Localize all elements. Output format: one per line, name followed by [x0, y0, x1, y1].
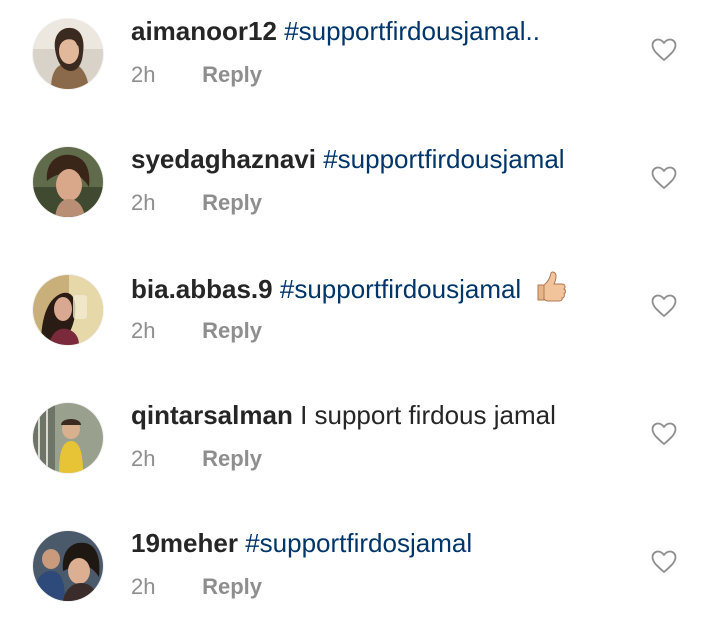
comment-meta: 2h Reply — [131, 572, 262, 602]
heart-outline-icon[interactable] — [651, 38, 677, 62]
hashtag-link[interactable]: #supportfirdousjamal.. — [284, 16, 540, 46]
comment-meta: 2h Reply — [131, 444, 262, 474]
heart-outline-icon[interactable] — [651, 166, 677, 190]
username-link[interactable]: syedaghaznavi — [131, 144, 316, 174]
comment-line: syedaghaznavi #supportfirdousjamal — [131, 142, 565, 176]
username-link[interactable]: qintarsalman — [131, 400, 293, 430]
comment-line: qintarsalman I support firdous jamal — [131, 398, 556, 432]
avatar[interactable] — [33, 403, 103, 473]
thumbs-up-emoji-icon — [537, 271, 567, 302]
heart-outline-icon[interactable] — [651, 294, 677, 318]
avatar-image — [33, 531, 103, 601]
username-link[interactable]: 19meher — [131, 528, 238, 558]
avatar[interactable] — [33, 147, 103, 217]
reply-button[interactable]: Reply — [202, 190, 262, 215]
comment-line: 19meher #supportfirdosjamal — [131, 526, 472, 560]
heart-outline-icon[interactable] — [651, 422, 677, 446]
username-link[interactable]: aimanoor12 — [131, 16, 277, 46]
comment-timestamp: 2h — [131, 62, 156, 87]
comment-item: syedaghaznavi #supportfirdousjamal 2h Re… — [0, 128, 720, 256]
avatar[interactable] — [33, 531, 103, 601]
avatar-image — [33, 275, 103, 345]
comment-meta: 2h Reply — [131, 316, 262, 346]
comment-line: bia.abbas.9 #supportfirdousjamal — [131, 270, 568, 306]
avatar-image — [33, 19, 103, 89]
hashtag-link[interactable]: #supportfirdosjamal — [245, 528, 472, 558]
avatar-image — [33, 403, 103, 473]
avatar-image — [33, 147, 103, 217]
comment-list: aimanoor12 #supportfirdousjamal.. 2h Rep… — [0, 0, 720, 644]
avatar[interactable] — [33, 275, 103, 345]
comment-item: aimanoor12 #supportfirdousjamal.. 2h Rep… — [0, 0, 720, 128]
comment-meta: 2h Reply — [131, 60, 262, 90]
comment-timestamp: 2h — [131, 190, 156, 215]
comment-meta: 2h Reply — [131, 188, 262, 218]
comment-item: 19meher #supportfirdosjamal 2h Reply — [0, 512, 720, 640]
hashtag-link[interactable]: #supportfirdousjamal — [280, 274, 521, 304]
comment-text: I support firdous jamal — [300, 400, 556, 430]
reply-button[interactable]: Reply — [202, 446, 262, 471]
username-link[interactable]: bia.abbas.9 — [131, 274, 273, 304]
avatar[interactable] — [33, 19, 103, 89]
heart-outline-icon[interactable] — [651, 550, 677, 574]
reply-button[interactable]: Reply — [202, 62, 262, 87]
comment-line: aimanoor12 #supportfirdousjamal.. — [131, 14, 540, 48]
comment-timestamp: 2h — [131, 318, 156, 343]
reply-button[interactable]: Reply — [202, 318, 262, 343]
comment-item: bia.abbas.9 #supportfirdousjamal 2h Repl… — [0, 256, 720, 384]
comment-timestamp: 2h — [131, 574, 156, 599]
hashtag-link[interactable]: #supportfirdousjamal — [323, 144, 564, 174]
comment-timestamp: 2h — [131, 446, 156, 471]
reply-button[interactable]: Reply — [202, 574, 262, 599]
comment-item: qintarsalman I support firdous jamal 2h … — [0, 384, 720, 512]
